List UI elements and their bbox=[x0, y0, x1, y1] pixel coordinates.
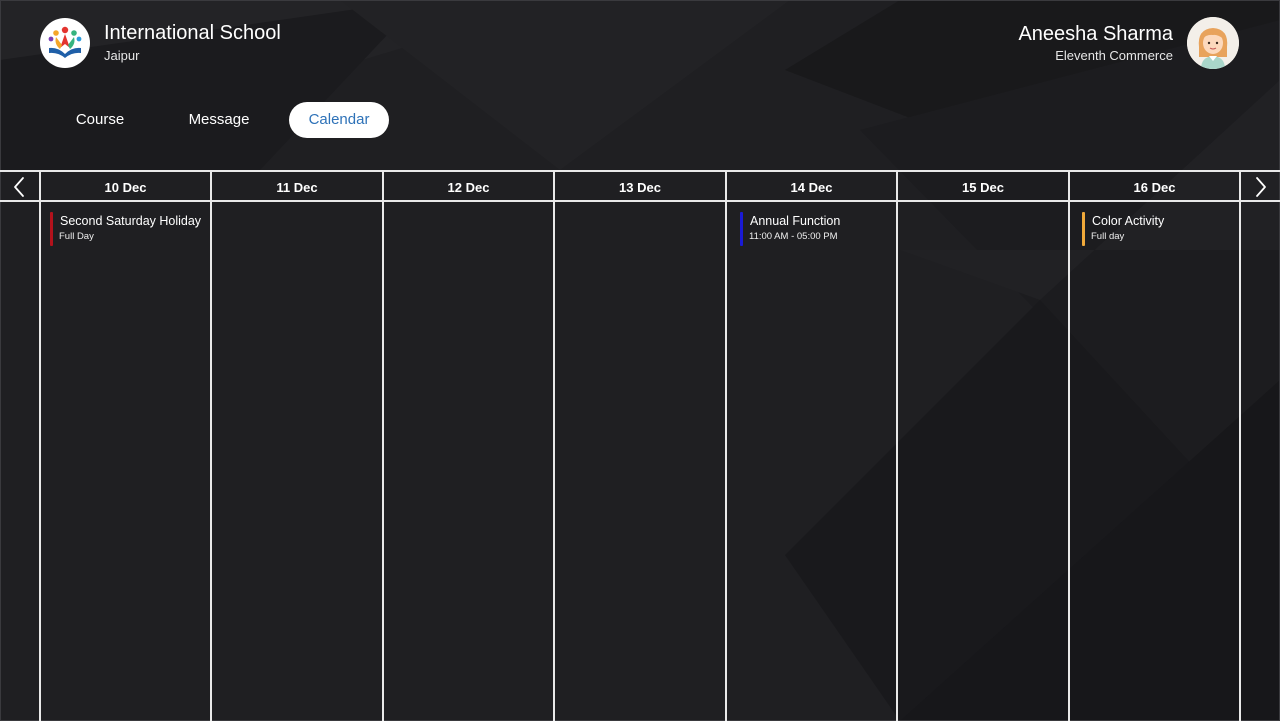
tab-message[interactable]: Message bbox=[178, 102, 260, 138]
day-header-11-dec: 11 Dec bbox=[276, 180, 318, 195]
tab-course[interactable]: Course bbox=[64, 102, 136, 138]
grid-column-divider bbox=[896, 170, 898, 721]
event-title: Second Saturday Holiday bbox=[60, 214, 202, 228]
day-header-15-dec: 15 Dec bbox=[962, 180, 1004, 195]
grid-column-divider bbox=[1068, 170, 1070, 721]
event-title: Color Activity bbox=[1092, 214, 1165, 228]
event-color-bar bbox=[50, 212, 53, 246]
event-color-activity[interactable]: Color Activity Full day bbox=[1082, 212, 1232, 246]
event-time: Full day bbox=[1091, 231, 1125, 242]
day-header-16-dec: 16 Dec bbox=[1133, 180, 1176, 195]
day-header-14-dec: 14 Dec bbox=[790, 180, 833, 195]
event-color-bar bbox=[1082, 212, 1085, 246]
event-color-bar bbox=[740, 212, 743, 246]
school-name: International School bbox=[104, 22, 281, 44]
day-header-10-dec: 10 Dec bbox=[104, 180, 147, 195]
event-time: 11:00 AM - 05:00 PM bbox=[749, 231, 838, 242]
grid-column-divider bbox=[553, 170, 555, 721]
grid-column-divider bbox=[210, 170, 212, 721]
chevron-left-icon[interactable] bbox=[0, 172, 38, 202]
grid-column-divider bbox=[39, 170, 41, 721]
user-name: Aneesha Sharma bbox=[1018, 23, 1173, 45]
day-header-13-dec: 13 Dec bbox=[619, 180, 661, 195]
event-title: Annual Function bbox=[750, 214, 841, 228]
event-annual-function[interactable]: Annual Function 11:00 AM - 05:00 PM bbox=[740, 212, 890, 246]
grid-column-divider bbox=[382, 170, 384, 721]
chevron-right-icon[interactable] bbox=[1242, 172, 1280, 202]
calendar-grid: 10 Dec 11 Dec 12 Dec 13 Dec 14 Dec 15 De… bbox=[0, 170, 1280, 721]
school-city: Jaipur bbox=[104, 48, 140, 63]
student-avatar-icon[interactable] bbox=[1187, 17, 1239, 69]
tab-calendar[interactable]: Calendar bbox=[289, 102, 389, 138]
event-second-saturday-holiday[interactable]: Second Saturday Holiday Full Day bbox=[50, 212, 205, 246]
school-logo-icon bbox=[40, 18, 90, 68]
grid-column-divider bbox=[725, 170, 727, 721]
event-time: Full Day bbox=[59, 231, 94, 242]
user-class: Eleventh Commerce bbox=[1055, 48, 1173, 63]
grid-column-divider bbox=[1239, 170, 1241, 721]
day-header-12-dec: 12 Dec bbox=[447, 180, 490, 195]
